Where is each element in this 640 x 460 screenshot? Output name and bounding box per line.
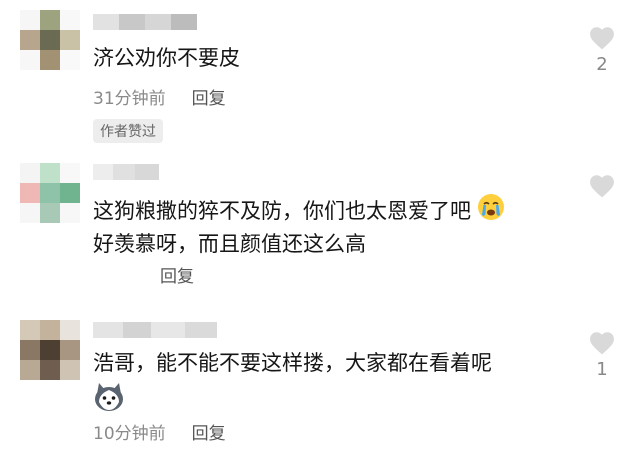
husky-dog-face-icon [93,382,125,420]
heart-icon [590,332,614,355]
comment-text-line: 浩哥，能不能不要这样搂，大家都在看着呢 [93,351,492,375]
comment-text: 浩哥，能不能不要这样搂，大家都在看着呢 [93,348,492,420]
avatar[interactable] [20,163,80,223]
like-button[interactable]: 2 [586,25,618,75]
avatar[interactable] [20,320,80,380]
like-button[interactable] [586,173,618,198]
author-liked-badge: 作者赞过 [93,119,163,143]
crying-face-icon [477,193,505,229]
username-blurred[interactable] [93,164,159,180]
comment-text: 济公劝你不要皮 [93,43,240,73]
reply-button[interactable]: 回复 [192,419,226,444]
like-count: 2 [596,54,608,75]
username-blurred[interactable] [93,14,197,30]
comment-text-line: 这狗粮撒的猝不及防，你们也太恩爱了吧 [93,199,471,223]
heart-icon [590,175,614,198]
comment-meta: 回复 [160,262,194,287]
reply-button[interactable]: 回复 [160,262,194,287]
comment-text-line: 济公劝你不要皮 [93,46,240,70]
reply-button[interactable]: 回复 [192,84,226,109]
like-count: 1 [596,359,608,380]
comment-meta: 31分钟前 回复 [93,84,226,109]
timestamp: 10分钟前 [93,424,166,444]
avatar[interactable] [20,10,80,70]
heart-icon [590,27,614,50]
comment-text-line: 好羡慕呀，而且颜值还这么高 [93,232,366,256]
comment-text: 这狗粮撒的猝不及防，你们也太恩爱了吧 好羡慕呀，而且颜值还这么高 [93,193,505,259]
like-button[interactable]: 1 [586,330,618,380]
timestamp: 31分钟前 [93,89,166,109]
comment-meta: 10分钟前 回复 [93,419,226,444]
username-blurred[interactable] [93,322,217,338]
